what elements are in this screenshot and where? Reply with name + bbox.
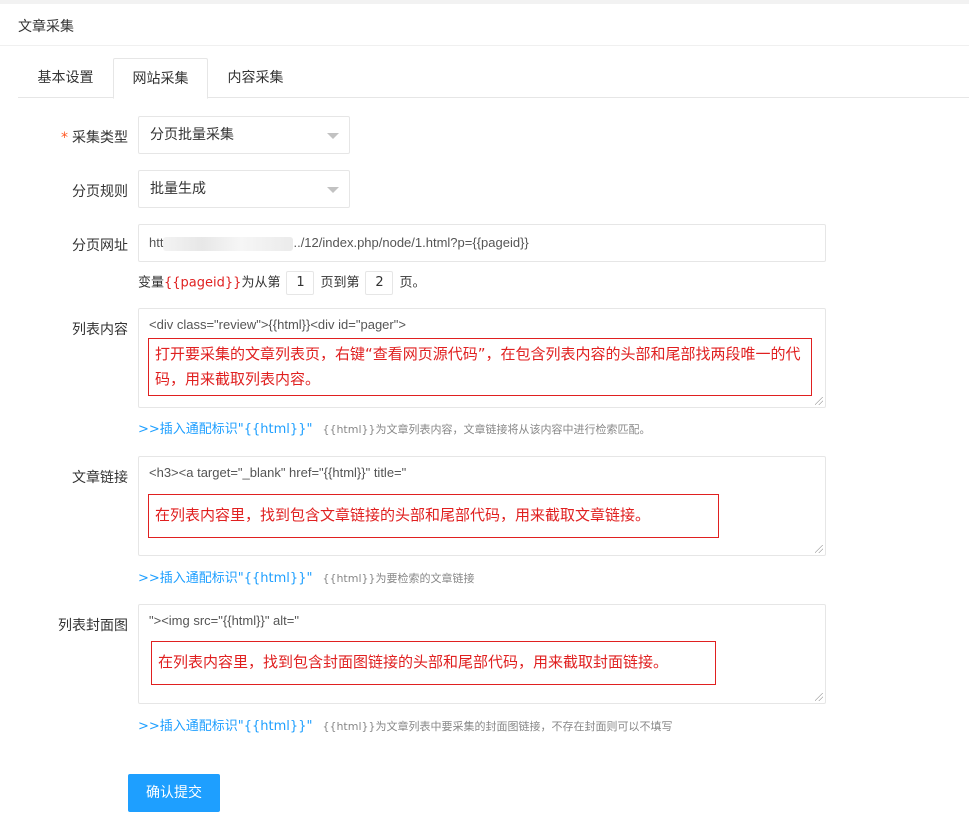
collect-type-label: * 采集类型 xyxy=(61,130,128,146)
list-content-hint: >>插入通配标识"{{html}}" {{html}}为文章列表内容，文章链接将从… xyxy=(138,422,651,437)
page-rule-value: 批量生成 xyxy=(150,181,206,197)
resize-handle[interactable] xyxy=(815,545,823,553)
cover-image-label: 列表封面图 xyxy=(58,618,128,634)
redacted-domain xyxy=(163,236,294,251)
page-to-input[interactable]: 2 xyxy=(365,271,394,295)
page-rule-select[interactable]: 批量生成 xyxy=(138,170,350,208)
page-url-input[interactable]: htt ../12/index.php/node/1.html?p={{pagei… xyxy=(138,224,826,262)
chevron-down-icon xyxy=(327,187,339,193)
tab-bar: 基本设置 网站采集 内容采集 xyxy=(18,58,969,99)
collect-type-select[interactable]: 分页批量采集 xyxy=(138,116,350,154)
article-link-note: 在列表内容里，找到包含文章链接的头部和尾部代码，用来截取文章链接。 xyxy=(148,494,719,538)
card-title: 文章采集 xyxy=(18,19,74,35)
insert-wildcard-link[interactable]: >>插入通配标识"{{html}}" xyxy=(138,422,312,437)
tab-website-collect[interactable]: 网站采集 xyxy=(113,58,208,99)
insert-wildcard-link[interactable]: >>插入通配标识"{{html}}" xyxy=(138,719,312,734)
page-url-label: 分页网址 xyxy=(72,238,128,254)
pageid-variable: {{pageid}} xyxy=(164,275,242,291)
required-mark: * xyxy=(61,130,68,146)
submit-button[interactable]: 确认提交 xyxy=(128,774,220,812)
chevron-down-icon xyxy=(327,133,339,139)
article-link-label: 文章链接 xyxy=(72,470,128,486)
cover-image-hint: >>插入通配标识"{{html}}" {{html}}为文章列表中要采集的封面图链… xyxy=(138,719,673,734)
list-content-note: 打开要采集的文章列表页，右键“查看网页源代码”，在包含列表内容的头部和尾部找两段… xyxy=(148,338,812,396)
resize-handle[interactable] xyxy=(815,397,823,405)
page-from-input[interactable]: 1 xyxy=(286,271,315,295)
article-link-hint: >>插入通配标识"{{html}}" {{html}}为要检索的文章链接 xyxy=(138,571,475,586)
list-content-label: 列表内容 xyxy=(72,322,128,338)
page-rule-label: 分页规则 xyxy=(72,184,128,200)
card-header: 文章采集 xyxy=(0,4,969,46)
tab-content-collect[interactable]: 内容采集 xyxy=(208,58,303,98)
article-collect-card: 文章采集 基本设置 网站采集 内容采集 * 采集类型 分页批量采集 分页规则 批量… xyxy=(0,4,969,839)
page-range-line: 变量{{pageid}}为从第 1 页到第 2 页。 xyxy=(138,271,425,295)
collect-type-value: 分页批量采集 xyxy=(150,127,234,143)
cover-image-note: 在列表内容里，找到包含封面图链接的头部和尾部代码，用来截取封面链接。 xyxy=(151,641,716,685)
insert-wildcard-link[interactable]: >>插入通配标识"{{html}}" xyxy=(138,571,312,586)
resize-handle[interactable] xyxy=(815,693,823,701)
tab-basic-settings[interactable]: 基本设置 xyxy=(18,58,113,98)
